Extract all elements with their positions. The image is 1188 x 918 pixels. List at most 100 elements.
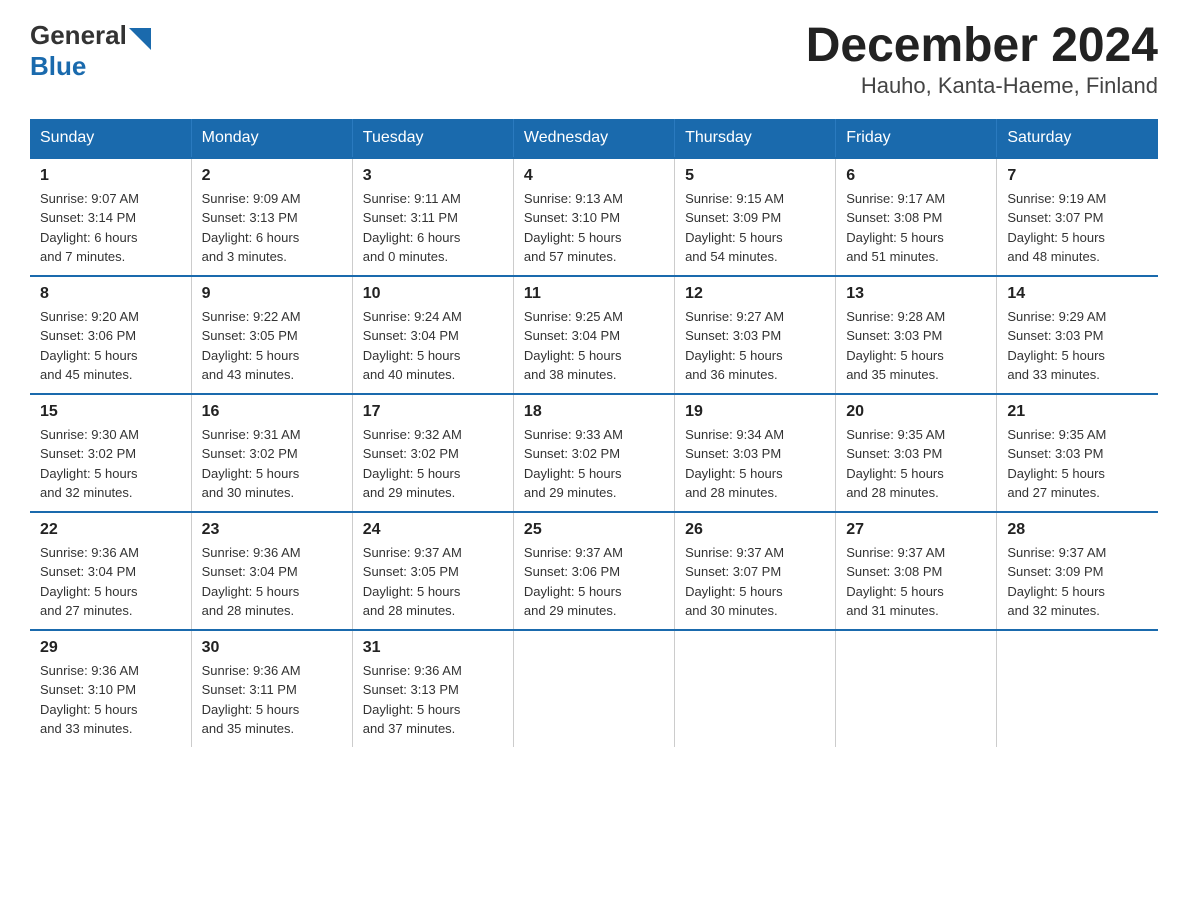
day-info: Sunrise: 9:37 AMSunset: 3:06 PMDaylight:… (524, 543, 664, 621)
calendar-cell: 18 Sunrise: 9:33 AMSunset: 3:02 PMDaylig… (513, 394, 674, 512)
calendar-cell (836, 630, 997, 747)
day-info: Sunrise: 9:11 AMSunset: 3:11 PMDaylight:… (363, 189, 503, 267)
day-info: Sunrise: 9:31 AMSunset: 3:02 PMDaylight:… (202, 425, 342, 503)
calendar-cell: 25 Sunrise: 9:37 AMSunset: 3:06 PMDaylig… (513, 512, 674, 630)
col-tuesday: Tuesday (352, 119, 513, 158)
day-number: 23 (202, 521, 342, 539)
calendar-cell: 19 Sunrise: 9:34 AMSunset: 3:03 PMDaylig… (675, 394, 836, 512)
calendar-cell: 30 Sunrise: 9:36 AMSunset: 3:11 PMDaylig… (191, 630, 352, 747)
day-info: Sunrise: 9:37 AMSunset: 3:09 PMDaylight:… (1007, 543, 1148, 621)
title-block: December 2024 Hauho, Kanta-Haeme, Finlan… (806, 20, 1158, 99)
day-info: Sunrise: 9:13 AMSunset: 3:10 PMDaylight:… (524, 189, 664, 267)
day-number: 3 (363, 167, 503, 185)
day-number: 13 (846, 285, 986, 303)
day-info: Sunrise: 9:32 AMSunset: 3:02 PMDaylight:… (363, 425, 503, 503)
calendar-cell: 8 Sunrise: 9:20 AMSunset: 3:06 PMDayligh… (30, 276, 191, 394)
calendar-cell: 1 Sunrise: 9:07 AMSunset: 3:14 PMDayligh… (30, 158, 191, 276)
col-monday: Monday (191, 119, 352, 158)
day-info: Sunrise: 9:36 AMSunset: 3:04 PMDaylight:… (40, 543, 181, 621)
day-number: 14 (1007, 285, 1148, 303)
day-info: Sunrise: 9:25 AMSunset: 3:04 PMDaylight:… (524, 307, 664, 385)
day-info: Sunrise: 9:33 AMSunset: 3:02 PMDaylight:… (524, 425, 664, 503)
page-header: General Blue December 2024 Hauho, Kanta-… (30, 20, 1158, 99)
col-wednesday: Wednesday (513, 119, 674, 158)
calendar-cell: 6 Sunrise: 9:17 AMSunset: 3:08 PMDayligh… (836, 158, 997, 276)
day-number: 26 (685, 521, 825, 539)
logo-arrow-icon (129, 28, 151, 50)
day-number: 4 (524, 167, 664, 185)
col-thursday: Thursday (675, 119, 836, 158)
calendar-cell: 5 Sunrise: 9:15 AMSunset: 3:09 PMDayligh… (675, 158, 836, 276)
day-info: Sunrise: 9:34 AMSunset: 3:03 PMDaylight:… (685, 425, 825, 503)
calendar-week-1: 1 Sunrise: 9:07 AMSunset: 3:14 PMDayligh… (30, 158, 1158, 276)
calendar-cell: 10 Sunrise: 9:24 AMSunset: 3:04 PMDaylig… (352, 276, 513, 394)
day-number: 22 (40, 521, 181, 539)
day-number: 7 (1007, 167, 1148, 185)
calendar-cell (997, 630, 1158, 747)
day-number: 17 (363, 403, 503, 421)
day-info: Sunrise: 9:27 AMSunset: 3:03 PMDaylight:… (685, 307, 825, 385)
day-info: Sunrise: 9:37 AMSunset: 3:05 PMDaylight:… (363, 543, 503, 621)
calendar-cell: 13 Sunrise: 9:28 AMSunset: 3:03 PMDaylig… (836, 276, 997, 394)
calendar-table: Sunday Monday Tuesday Wednesday Thursday… (30, 119, 1158, 747)
calendar-cell (513, 630, 674, 747)
calendar-cell: 4 Sunrise: 9:13 AMSunset: 3:10 PMDayligh… (513, 158, 674, 276)
day-number: 9 (202, 285, 342, 303)
day-number: 31 (363, 639, 503, 657)
calendar-cell: 15 Sunrise: 9:30 AMSunset: 3:02 PMDaylig… (30, 394, 191, 512)
day-info: Sunrise: 9:36 AMSunset: 3:10 PMDaylight:… (40, 661, 181, 739)
day-info: Sunrise: 9:20 AMSunset: 3:06 PMDaylight:… (40, 307, 181, 385)
col-sunday: Sunday (30, 119, 191, 158)
calendar-week-5: 29 Sunrise: 9:36 AMSunset: 3:10 PMDaylig… (30, 630, 1158, 747)
calendar-cell: 26 Sunrise: 9:37 AMSunset: 3:07 PMDaylig… (675, 512, 836, 630)
day-number: 27 (846, 521, 986, 539)
day-number: 15 (40, 403, 181, 421)
day-info: Sunrise: 9:35 AMSunset: 3:03 PMDaylight:… (846, 425, 986, 503)
calendar-cell: 29 Sunrise: 9:36 AMSunset: 3:10 PMDaylig… (30, 630, 191, 747)
day-info: Sunrise: 9:35 AMSunset: 3:03 PMDaylight:… (1007, 425, 1148, 503)
day-info: Sunrise: 9:37 AMSunset: 3:08 PMDaylight:… (846, 543, 986, 621)
day-number: 11 (524, 285, 664, 303)
day-info: Sunrise: 9:37 AMSunset: 3:07 PMDaylight:… (685, 543, 825, 621)
calendar-cell: 12 Sunrise: 9:27 AMSunset: 3:03 PMDaylig… (675, 276, 836, 394)
day-info: Sunrise: 9:28 AMSunset: 3:03 PMDaylight:… (846, 307, 986, 385)
header-row: Sunday Monday Tuesday Wednesday Thursday… (30, 119, 1158, 158)
day-info: Sunrise: 9:30 AMSunset: 3:02 PMDaylight:… (40, 425, 181, 503)
day-number: 10 (363, 285, 503, 303)
day-number: 5 (685, 167, 825, 185)
day-number: 21 (1007, 403, 1148, 421)
page-subtitle: Hauho, Kanta-Haeme, Finland (806, 73, 1158, 99)
day-info: Sunrise: 9:29 AMSunset: 3:03 PMDaylight:… (1007, 307, 1148, 385)
day-info: Sunrise: 9:07 AMSunset: 3:14 PMDaylight:… (40, 189, 181, 267)
calendar-cell: 2 Sunrise: 9:09 AMSunset: 3:13 PMDayligh… (191, 158, 352, 276)
day-info: Sunrise: 9:17 AMSunset: 3:08 PMDaylight:… (846, 189, 986, 267)
calendar-cell: 9 Sunrise: 9:22 AMSunset: 3:05 PMDayligh… (191, 276, 352, 394)
day-number: 2 (202, 167, 342, 185)
calendar-cell: 17 Sunrise: 9:32 AMSunset: 3:02 PMDaylig… (352, 394, 513, 512)
day-info: Sunrise: 9:36 AMSunset: 3:11 PMDaylight:… (202, 661, 342, 739)
day-number: 20 (846, 403, 986, 421)
calendar-cell: 23 Sunrise: 9:36 AMSunset: 3:04 PMDaylig… (191, 512, 352, 630)
calendar-cell: 3 Sunrise: 9:11 AMSunset: 3:11 PMDayligh… (352, 158, 513, 276)
day-info: Sunrise: 9:19 AMSunset: 3:07 PMDaylight:… (1007, 189, 1148, 267)
day-number: 1 (40, 167, 181, 185)
page-title: December 2024 (806, 20, 1158, 73)
col-friday: Friday (836, 119, 997, 158)
day-number: 25 (524, 521, 664, 539)
calendar-cell: 21 Sunrise: 9:35 AMSunset: 3:03 PMDaylig… (997, 394, 1158, 512)
day-info: Sunrise: 9:22 AMSunset: 3:05 PMDaylight:… (202, 307, 342, 385)
day-info: Sunrise: 9:09 AMSunset: 3:13 PMDaylight:… (202, 189, 342, 267)
day-number: 18 (524, 403, 664, 421)
col-saturday: Saturday (997, 119, 1158, 158)
day-number: 30 (202, 639, 342, 657)
day-number: 6 (846, 167, 986, 185)
day-number: 16 (202, 403, 342, 421)
calendar-cell: 14 Sunrise: 9:29 AMSunset: 3:03 PMDaylig… (997, 276, 1158, 394)
calendar-cell: 27 Sunrise: 9:37 AMSunset: 3:08 PMDaylig… (836, 512, 997, 630)
calendar-cell: 24 Sunrise: 9:37 AMSunset: 3:05 PMDaylig… (352, 512, 513, 630)
calendar-cell: 16 Sunrise: 9:31 AMSunset: 3:02 PMDaylig… (191, 394, 352, 512)
day-number: 19 (685, 403, 825, 421)
day-number: 8 (40, 285, 181, 303)
logo: General Blue (30, 20, 151, 82)
calendar-cell (675, 630, 836, 747)
